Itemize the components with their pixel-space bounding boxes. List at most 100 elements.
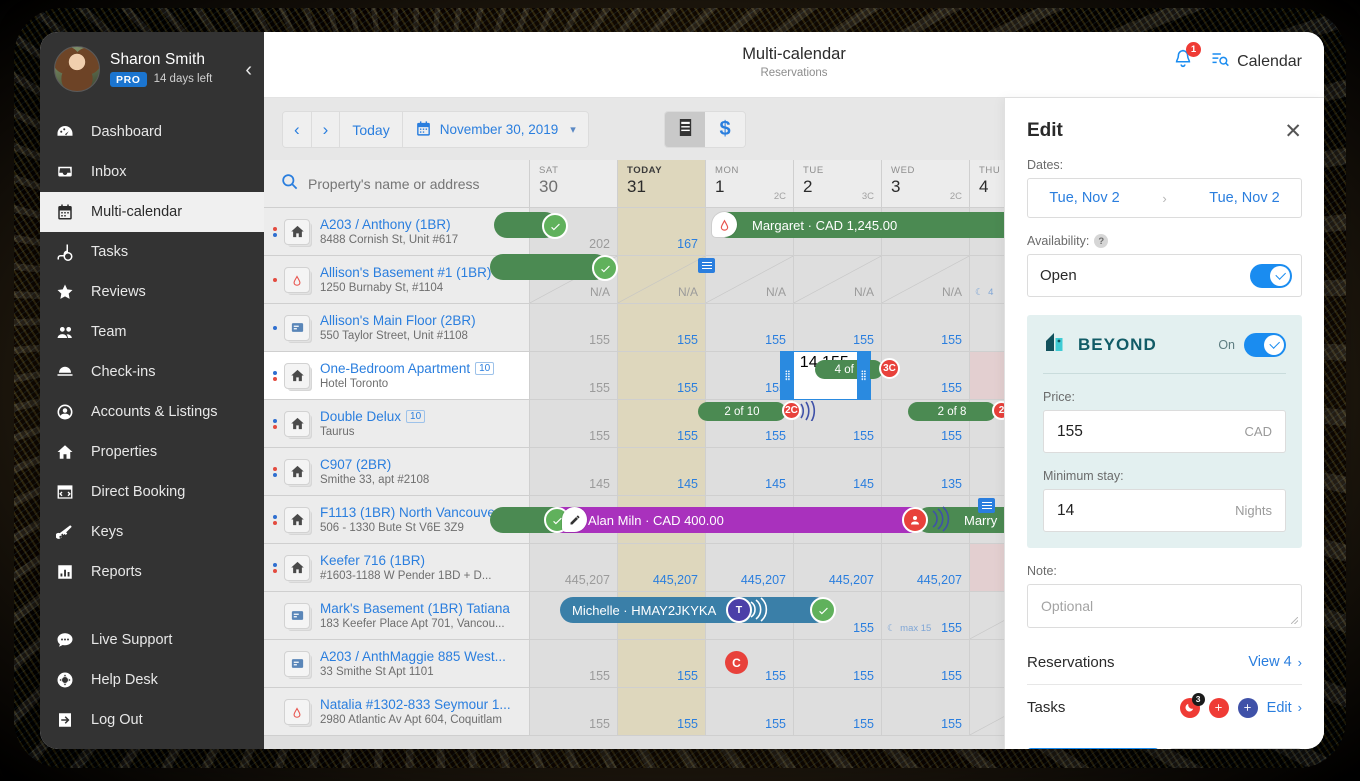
property-cell[interactable]: Double Delux 10 Taurus: [264, 400, 530, 447]
grid-cell[interactable]: 155: [530, 688, 618, 735]
sidebar-item-dashboard[interactable]: Dashboard: [40, 112, 264, 152]
day-header[interactable]: MON 1 2C: [706, 160, 794, 207]
grid-cell[interactable]: 445,207: [794, 544, 882, 591]
grid-cell[interactable]: 155: [618, 688, 706, 735]
min-stay-field[interactable]: 14 Nights: [1043, 489, 1286, 532]
sidebar-item-accounts-listings[interactable]: Accounts & Listings: [40, 392, 264, 432]
property-cell[interactable]: A203 / AnthMaggie 885 West... 33 Smithe …: [264, 640, 530, 687]
edit-pencil-badge-icon[interactable]: [562, 507, 587, 532]
user-profile[interactable]: Sharon Smith PRO 14 days left: [40, 32, 264, 104]
grid-cell[interactable]: 155: [706, 304, 794, 351]
grid-cell[interactable]: 167: [618, 208, 706, 255]
property-title[interactable]: Keefer 716 (1BR): [320, 553, 491, 568]
sidebar-item-direct-booking[interactable]: Direct Booking: [40, 472, 264, 512]
grid-cell[interactable]: 155: [794, 304, 882, 351]
date-picker-button[interactable]: November 30, 2019 ▾: [402, 112, 588, 147]
grid-cell[interactable]: 155: [794, 640, 882, 687]
add-task-icon[interactable]: [1208, 697, 1229, 718]
grid-cell[interactable]: 155: [706, 640, 794, 687]
grid-cell[interactable]: 145: [530, 448, 618, 495]
rates-view-button[interactable]: $: [705, 112, 745, 147]
day-header-today[interactable]: TODAY 31: [618, 160, 706, 207]
sidebar-item-multi-calendar[interactable]: Multi-calendar: [40, 192, 264, 232]
sidebar-item-inbox[interactable]: Inbox: [40, 152, 264, 192]
check-circle-icon[interactable]: [592, 255, 618, 281]
grid-cell[interactable]: 145: [794, 448, 882, 495]
grid-cell[interactable]: N/A: [618, 256, 706, 303]
check-circle-icon[interactable]: [542, 213, 568, 239]
grid-cell[interactable]: 155: [882, 640, 970, 687]
grid-cell[interactable]: 155: [618, 352, 706, 399]
drag-handle-right[interactable]: [857, 352, 870, 399]
search-input[interactable]: [308, 175, 498, 192]
date-to[interactable]: Tue, Nov 2: [1209, 190, 1279, 206]
sidebar-item-properties[interactable]: Properties: [40, 432, 264, 472]
property-cell[interactable]: Mark's Basement (1BR) Tatiana 183 Keefer…: [264, 592, 530, 639]
price-value[interactable]: 155: [1057, 423, 1083, 441]
sidebar-item-live-support[interactable]: Live Support: [40, 620, 264, 660]
reservation-bar-partial[interactable]: [490, 254, 608, 280]
min-stay-value[interactable]: 14: [1057, 502, 1074, 520]
property-title[interactable]: Allison's Basement #1 (1BR): [320, 265, 491, 280]
grid-cell[interactable]: 155: [530, 304, 618, 351]
grid-cell[interactable]: 155: [618, 304, 706, 351]
help-icon[interactable]: ?: [1094, 234, 1109, 248]
property-title[interactable]: Natalia #1302-833 Seymour 1...: [320, 697, 511, 712]
sidebar-collapse-icon[interactable]: ‹: [245, 60, 252, 80]
calendar-view-button[interactable]: Calendar: [1210, 49, 1302, 74]
property-cell[interactable]: Allison's Main Floor (2BR) 550 Taylor St…: [264, 304, 530, 351]
note-field[interactable]: Optional: [1027, 584, 1302, 628]
beyond-toggle[interactable]: [1244, 332, 1286, 357]
cleaning-task-badge[interactable]: C: [725, 651, 748, 674]
grid-cell[interactable]: N/A: [794, 256, 882, 303]
check-circle-icon[interactable]: [810, 597, 836, 623]
sidebar-item-reviews[interactable]: Reviews: [40, 272, 264, 312]
property-title[interactable]: F1113 (1BR) North Vancouver: [320, 505, 499, 520]
property-title[interactable]: Mark's Basement (1BR) Tatiana: [320, 601, 510, 616]
day-header[interactable]: SAT 30: [530, 160, 618, 207]
date-from[interactable]: Tue, Nov 2: [1049, 190, 1119, 206]
property-title[interactable]: A203 / AnthMaggie 885 West...: [320, 649, 506, 664]
occupancy-chip[interactable]: 2 of 10: [698, 402, 786, 421]
property-cell[interactable]: C907 (2BR) Smithe 33, apt #2108: [264, 448, 530, 495]
occupancy-chip[interactable]: 2 of 8: [908, 402, 996, 421]
grid-cell[interactable]: 445,207: [618, 544, 706, 591]
today-button[interactable]: Today: [340, 112, 403, 147]
moon-task-icon[interactable]: 3: [1179, 692, 1205, 718]
day-header[interactable]: TUE 2 3C: [794, 160, 882, 207]
notifications-button[interactable]: 1: [1172, 42, 1202, 75]
price-field[interactable]: 155 CAD: [1043, 410, 1286, 453]
close-icon[interactable]: ✕: [1284, 121, 1302, 142]
property-title[interactable]: A203 / Anthony (1BR): [320, 217, 458, 232]
grid-cell[interactable]: 155: [530, 352, 618, 399]
sidebar-item-check-ins[interactable]: Check-ins: [40, 352, 264, 392]
add-task-blue-icon[interactable]: [1237, 697, 1258, 718]
availability-toggle[interactable]: [1250, 263, 1292, 288]
grid-cell[interactable]: 155: [794, 688, 882, 735]
sidebar-item-tasks[interactable]: Tasks: [40, 232, 264, 272]
sidebar-item-team[interactable]: Team: [40, 312, 264, 352]
cleaning-task-badge[interactable]: 2C: [782, 401, 801, 420]
property-title[interactable]: C907 (2BR): [320, 457, 429, 472]
note-icon[interactable]: [698, 258, 715, 273]
grid-cell[interactable]: N/A: [706, 256, 794, 303]
note-icon[interactable]: [978, 498, 995, 513]
grid-cell[interactable]: 155: [618, 640, 706, 687]
property-search[interactable]: [264, 160, 530, 207]
save-button[interactable]: Save: [1027, 748, 1159, 749]
reservation-bar[interactable]: Michelle · HMAY2JKYKA: [560, 597, 828, 623]
grid-cell[interactable]: 445,207: [882, 544, 970, 591]
sidebar-item-help-desk[interactable]: Help Desk: [40, 660, 264, 700]
sidebar-item-keys[interactable]: Keys: [40, 512, 264, 552]
reservations-view-button[interactable]: [665, 112, 705, 147]
view-reservations-link[interactable]: View 4 ›: [1248, 654, 1302, 670]
grid-cell[interactable]: 445,207: [706, 544, 794, 591]
property-cell[interactable]: Keefer 716 (1BR) #1603-1188 W Pender 1BD…: [264, 544, 530, 591]
date-range-selector[interactable]: Tue, Nov 2 › Tue, Nov 2: [1027, 178, 1302, 218]
occupancy-chip[interactable]: 4 of 1: [815, 360, 883, 379]
reservation-bar[interactable]: Alan Miln · CAD 400.00: [546, 507, 926, 533]
property-title[interactable]: Double Delux 10: [320, 409, 426, 424]
grid-cell[interactable]: ☾ max 15 155: [882, 592, 970, 639]
day-header[interactable]: WED 3 2C: [882, 160, 970, 207]
prev-period-button[interactable]: ‹: [283, 112, 312, 147]
